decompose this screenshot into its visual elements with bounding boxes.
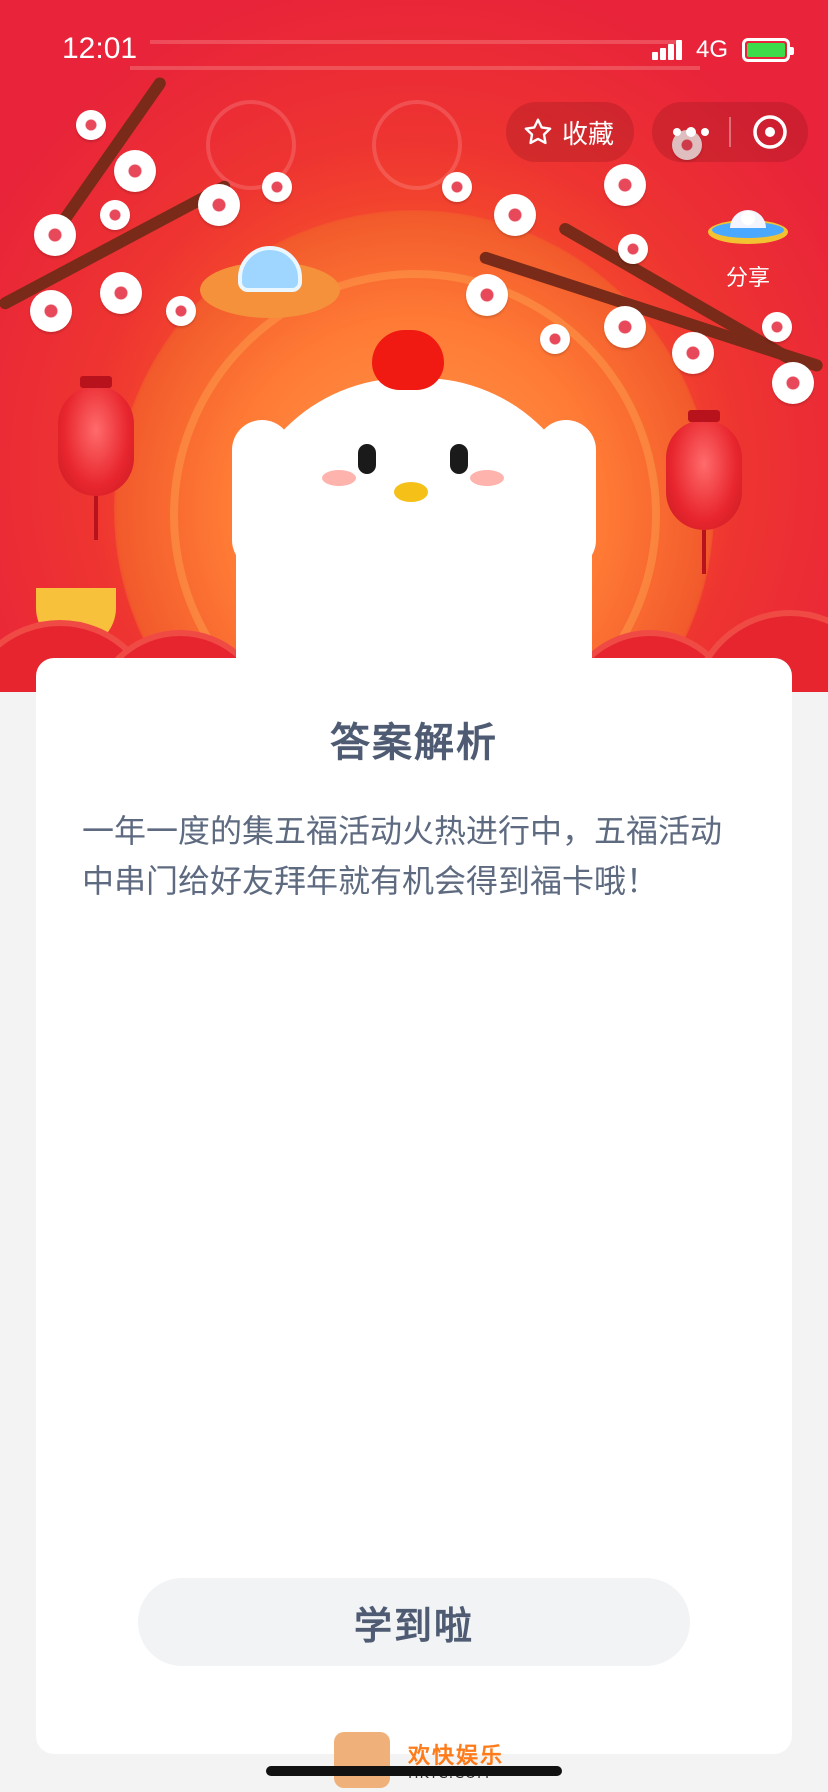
plum-blossom xyxy=(466,274,508,316)
chick-cheek xyxy=(322,470,356,486)
favorite-button[interactable]: 收藏 xyxy=(506,102,634,162)
chick-eye xyxy=(358,444,376,474)
learned-button-label: 学到啦 xyxy=(353,1603,474,1648)
plum-blossom xyxy=(618,234,648,264)
plum-blossom xyxy=(100,272,142,314)
plum-blossom xyxy=(604,306,646,348)
plum-blossom xyxy=(34,214,76,256)
chick-eye xyxy=(450,444,468,474)
plum-blossom xyxy=(262,172,292,202)
watermark-logo: 欢快娱乐 HKYC.COM xyxy=(334,1732,504,1788)
more-icon xyxy=(672,127,709,137)
plum-blossom xyxy=(772,362,814,404)
status-time: 12:01 xyxy=(62,32,138,65)
plum-blossom xyxy=(540,324,570,354)
close-icon xyxy=(752,115,787,149)
plum-blossom xyxy=(166,296,196,326)
close-button[interactable] xyxy=(731,112,808,152)
red-lantern xyxy=(58,376,134,540)
learned-button[interactable]: 学到啦 xyxy=(138,1578,690,1666)
status-bar: 12:01 4G xyxy=(0,0,828,100)
plum-blossom xyxy=(442,172,472,202)
share-icon xyxy=(708,210,788,244)
watermark-mascot xyxy=(334,1732,390,1788)
plum-blossom xyxy=(100,200,130,230)
plum-blossom xyxy=(762,312,792,342)
plum-blossom xyxy=(30,290,72,332)
signal-icon xyxy=(652,40,682,60)
share-button[interactable]: 分享 xyxy=(706,196,790,292)
more-button[interactable] xyxy=(652,125,729,139)
home-indicator[interactable] xyxy=(266,1766,562,1776)
share-label: 分享 xyxy=(725,266,770,291)
plum-blossom xyxy=(604,164,646,206)
chick-comb xyxy=(372,330,444,390)
plum-blossom xyxy=(76,110,106,140)
card-title: 答案解析 xyxy=(330,720,498,766)
plum-blossom xyxy=(672,332,714,374)
plum-blossom xyxy=(494,194,536,236)
battery-icon xyxy=(742,38,794,62)
chick-beak xyxy=(394,482,428,502)
mini-program-capsule xyxy=(652,102,808,162)
red-lantern xyxy=(666,410,742,574)
plum-blossom xyxy=(198,184,240,226)
plum-blossom xyxy=(114,150,156,192)
chick-cheek xyxy=(470,470,504,486)
favorite-label: 收藏 xyxy=(562,119,615,150)
answer-explanation: 一年一度的集五福活动火热进行中，五福活动中串门给好友拜年就有机会得到福卡哦！ xyxy=(82,812,723,900)
chick-mascot xyxy=(236,378,592,692)
network-type: 4G xyxy=(696,36,729,63)
answer-card: 答案解析 一年一度的集五福活动火热进行中，五福活动中串门给好友拜年就有机会得到福… xyxy=(36,658,792,1754)
star-icon xyxy=(524,118,552,145)
